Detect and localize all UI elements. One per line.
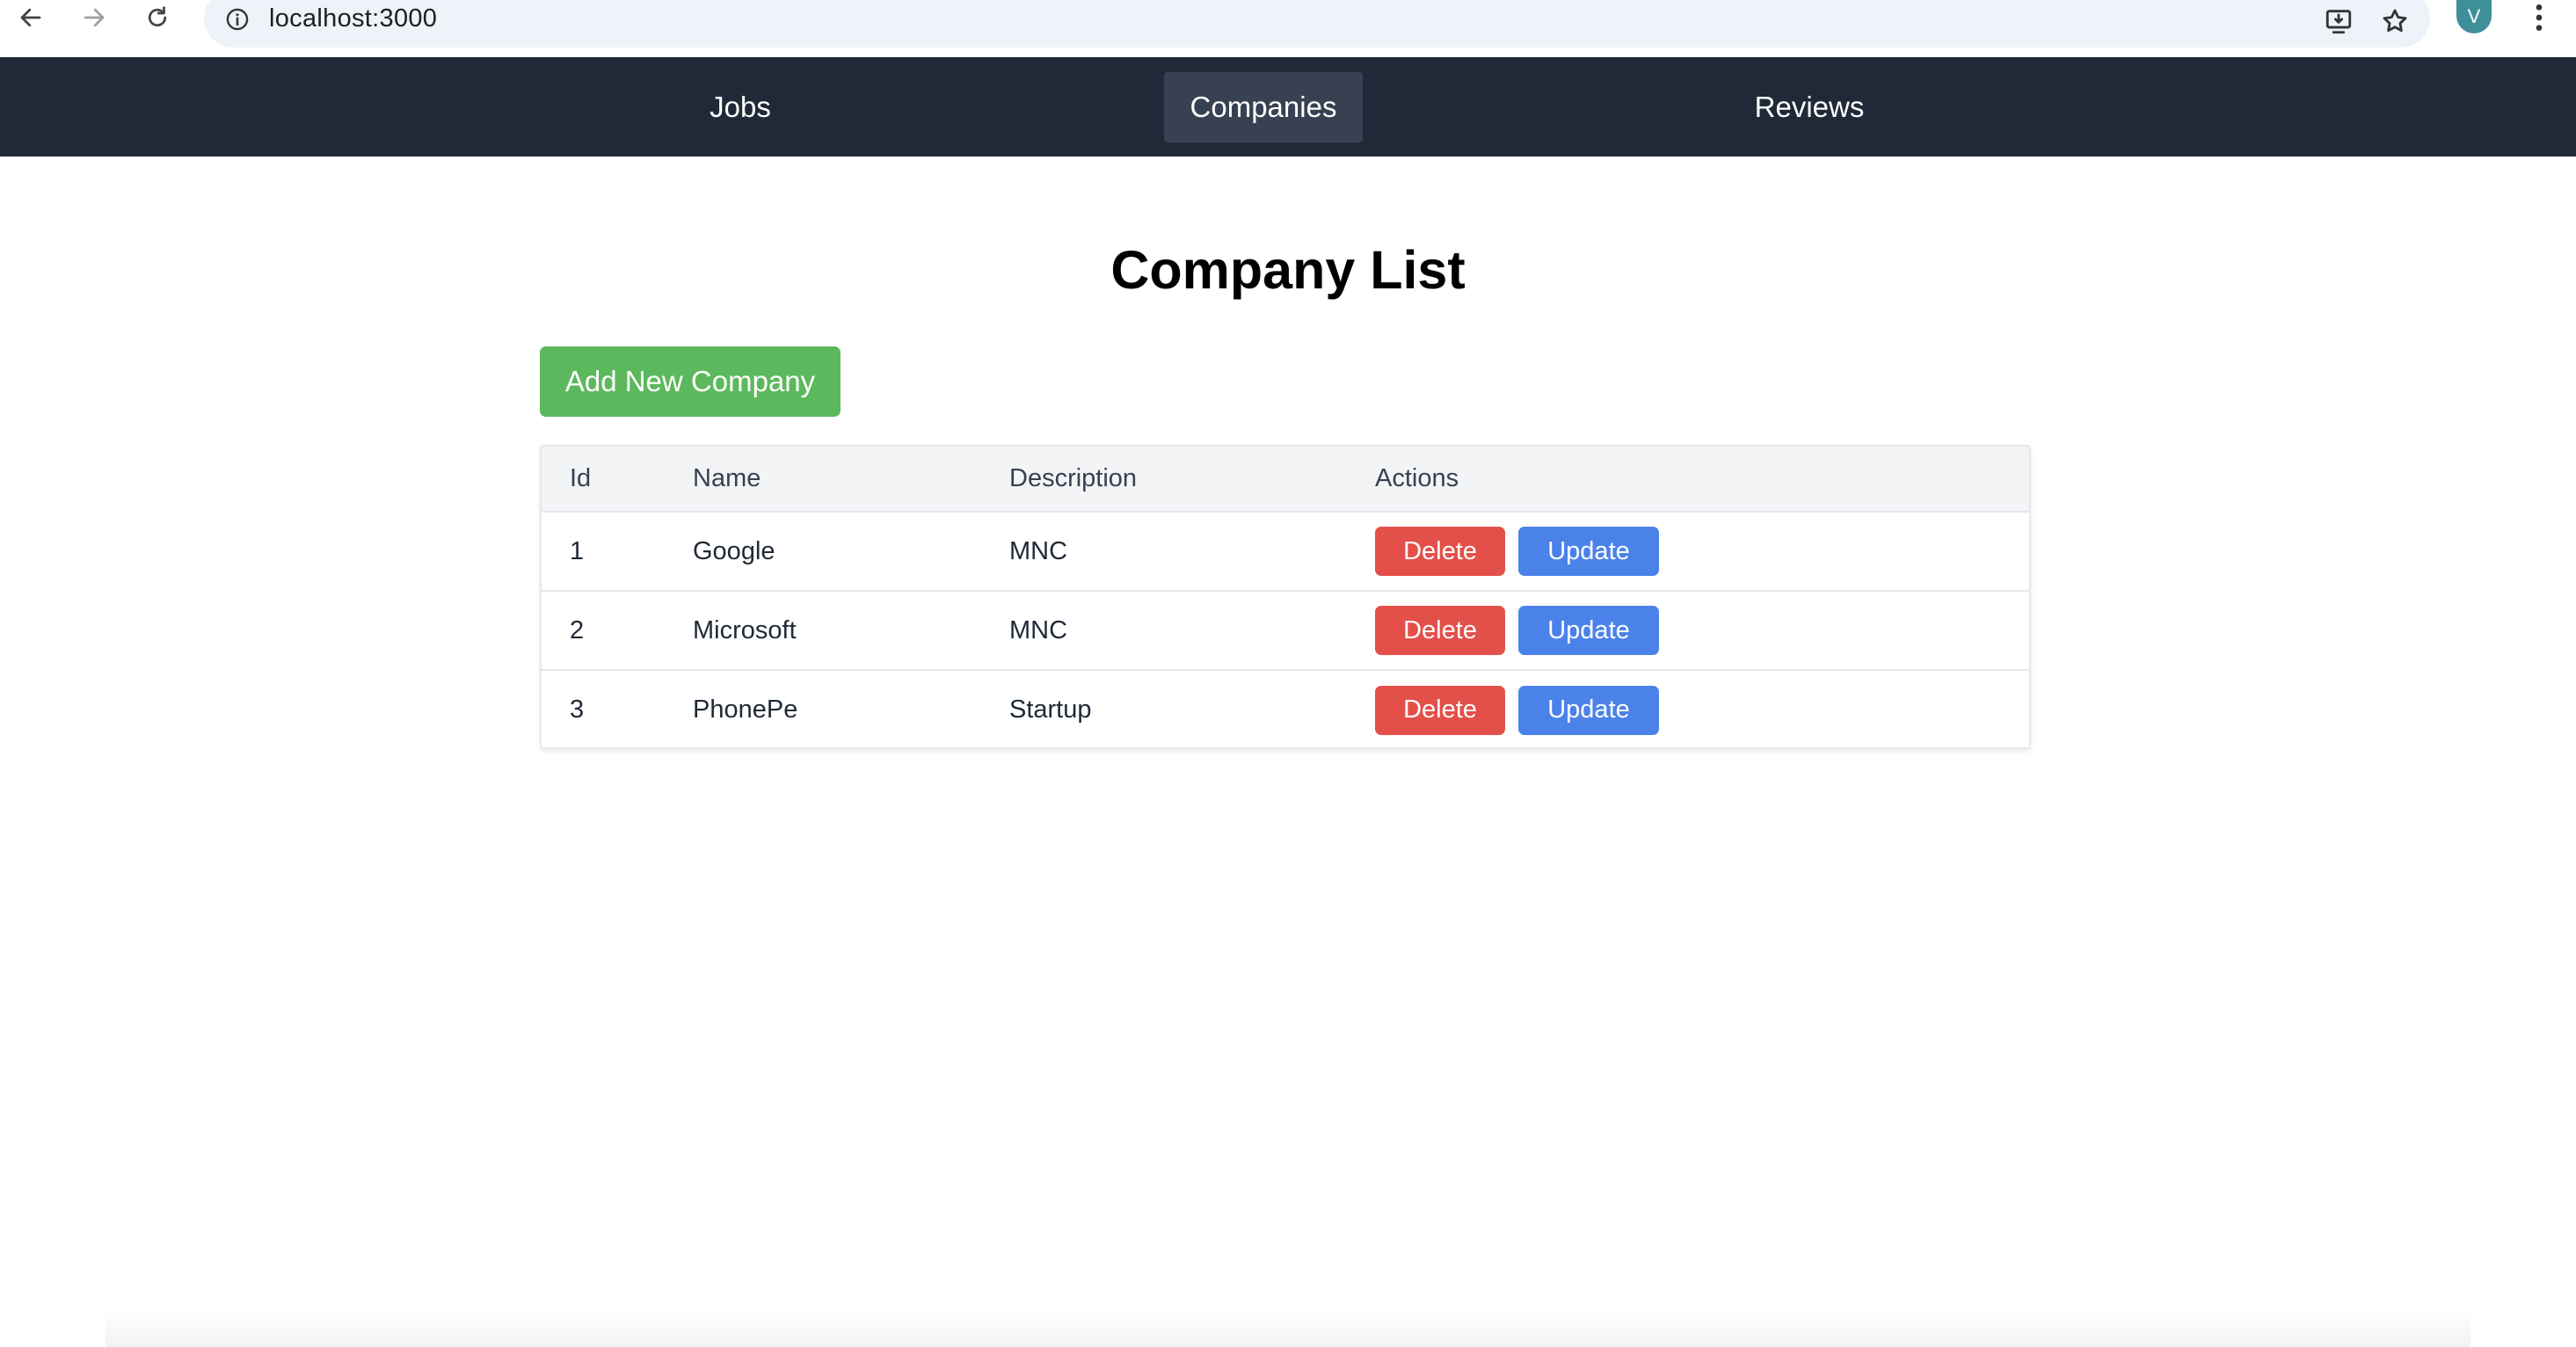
add-company-button[interactable]: Add New Company (540, 346, 840, 417)
back-arrow-icon (20, 8, 41, 27)
reload-icon (148, 6, 167, 27)
cell-description: MNC (1009, 615, 1068, 644)
cell-actions: Delete Update (1375, 512, 2029, 591)
column-header-id: Id (570, 464, 592, 492)
table-header-row: Id Name Description Actions (542, 447, 2029, 512)
cell-name: Microsoft (693, 615, 797, 644)
cell-description: MNC (1009, 536, 1068, 565)
delete-button[interactable]: Delete (1375, 606, 1505, 655)
site-info-icon[interactable] (220, 2, 255, 37)
table-row: 1 Google MNC Delete Update (542, 512, 2029, 591)
update-button[interactable]: Update (1518, 606, 1659, 655)
column-header-actions: Actions (1375, 464, 1459, 492)
update-button[interactable]: Update (1518, 527, 1659, 576)
nav-tab-label: Companies (1190, 91, 1337, 123)
url-text[interactable]: localhost:3000 (269, 4, 437, 33)
reload-button[interactable] (135, 0, 179, 35)
cell-name: PhonePe (693, 695, 798, 724)
cell-actions: Delete Update (1375, 591, 2029, 670)
profile-initial: V (2467, 5, 2481, 27)
delete-button[interactable]: Delete (1375, 527, 1505, 576)
bookmark-star-icon[interactable] (2376, 2, 2414, 40)
nav-tab-jobs[interactable]: Jobs (668, 72, 812, 142)
forward-button[interactable] (72, 0, 116, 35)
cell-name: Google (693, 536, 775, 565)
update-button[interactable]: Update (1518, 685, 1659, 735)
nav-tab-label: Reviews (1754, 91, 1865, 123)
company-table: Id Name Description Actions 1 Google MNC… (540, 445, 2031, 749)
back-button[interactable] (9, 0, 53, 35)
cell-actions: Delete Update (1375, 670, 2029, 747)
page-title: Company List (1110, 240, 1466, 300)
profile-avatar[interactable]: V (2456, 0, 2492, 33)
nav-tab-companies[interactable]: Companies (1164, 72, 1363, 142)
nav-tab-label: Jobs (709, 91, 771, 123)
bottom-shadow-divider (106, 1310, 2470, 1347)
address-bar[interactable]: localhost:3000 (204, 0, 2430, 47)
table-row: 3 PhonePe Startup Delete Update (542, 670, 2029, 747)
forward-arrow-icon (84, 8, 105, 27)
nav-tab-reviews[interactable]: Reviews (1725, 72, 1894, 142)
app-navbar: Jobs Companies Reviews (0, 57, 2576, 157)
table-row: 2 Microsoft MNC Delete Update (542, 591, 2029, 670)
column-header-description: Description (1009, 464, 1138, 492)
column-header-name: Name (693, 464, 761, 492)
cell-id: 2 (570, 615, 585, 644)
browser-toolbar: localhost:3000 V (0, 0, 2576, 57)
install-app-icon[interactable] (2319, 2, 2358, 40)
cell-id: 1 (570, 536, 585, 565)
cell-description: Startup (1009, 695, 1092, 724)
more-menu-icon[interactable] (2523, 0, 2555, 35)
cell-id: 3 (570, 695, 585, 724)
delete-button[interactable]: Delete (1375, 685, 1505, 735)
